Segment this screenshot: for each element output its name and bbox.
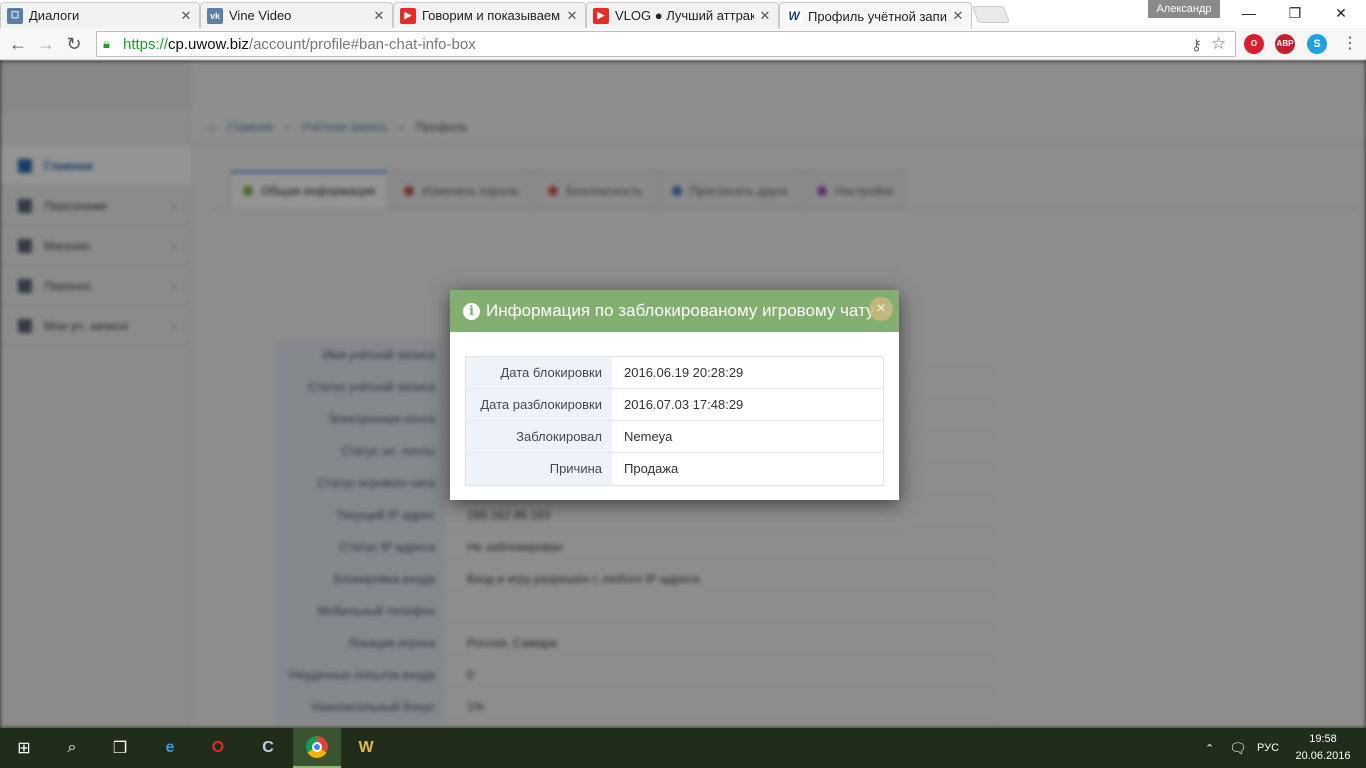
- opera-icon[interactable]: O: [1244, 34, 1264, 54]
- menu-icon[interactable]: ⋮: [1338, 32, 1362, 56]
- close-window-button[interactable]: ✕: [1318, 0, 1364, 26]
- url-path: /account/profile#ban-chat-info-box: [248, 35, 476, 53]
- banned-by-label: Заблокировал: [466, 421, 612, 452]
- wow-icon[interactable]: W: [342, 728, 390, 768]
- table-row: Дата блокировки 2016.06.19 20:28:29: [466, 357, 883, 389]
- tab-vine-video[interactable]: vk Vine Video ✕: [200, 2, 393, 28]
- notifications-icon[interactable]: 🗨︎: [1229, 728, 1247, 768]
- maximize-button[interactable]: ❐: [1272, 0, 1318, 26]
- address-bar[interactable]: 🔒︎ https:// cp.uwow.biz /account/profile…: [96, 31, 1236, 57]
- dialog-title: Информация по заблокированому игровому ч…: [486, 301, 875, 320]
- chrome-icon[interactable]: [293, 728, 341, 768]
- unban-date-label: Дата разблокировки: [466, 389, 612, 420]
- edge-icon[interactable]: e: [146, 728, 194, 768]
- reason-value: Продажа: [612, 453, 883, 485]
- bookmark-star-icon[interactable]: ☆: [1211, 34, 1226, 54]
- clock-date: 20.06.2016: [1295, 750, 1351, 762]
- profile-button[interactable]: Александр: [1148, 0, 1220, 18]
- opera-icon[interactable]: O: [194, 728, 242, 768]
- tab-strip: ☐ Диалоги ✕ vk Vine Video ✕ ▶ Говорим и …: [0, 0, 1366, 29]
- clock[interactable]: 19:58 20.06.2016: [1290, 731, 1356, 765]
- close-tab-icon[interactable]: ✕: [565, 8, 579, 24]
- info-icon: i: [463, 302, 480, 320]
- task-view-icon[interactable]: ❒: [96, 728, 144, 768]
- youtube-icon: ▶: [593, 7, 609, 24]
- skype-icon[interactable]: S: [1307, 34, 1327, 54]
- vk-dialogs-icon: ☐: [7, 7, 23, 24]
- ban-date-label: Дата блокировки: [466, 357, 612, 388]
- tab-youtube-1[interactable]: ▶ Говорим и показываем - ✕: [393, 2, 586, 28]
- chevron-up-icon[interactable]: ⌃: [1205, 728, 1214, 768]
- adblock-icon[interactable]: ABP: [1275, 34, 1295, 54]
- url-host: cp.uwow.biz: [168, 35, 249, 53]
- close-tab-icon[interactable]: ✕: [951, 8, 965, 24]
- close-tab-icon[interactable]: ✕: [372, 8, 386, 24]
- vk-icon: vk: [207, 7, 223, 24]
- reason-label: Причина: [466, 453, 612, 485]
- screen: ☐ Диалоги ✕ vk Vine Video ✕ ▶ Говорим и …: [0, 0, 1366, 768]
- close-button[interactable]: ×: [869, 297, 893, 321]
- reload-icon[interactable]: ↻: [62, 32, 86, 56]
- ban-info-table: Дата блокировки 2016.06.19 20:28:29 Дата…: [465, 356, 884, 486]
- tab-profile[interactable]: W Профиль учётной запис ✕: [779, 2, 972, 29]
- url-scheme: https://: [123, 35, 169, 53]
- language-indicator[interactable]: РУС: [1257, 728, 1279, 768]
- ban-chat-info-dialog: i Информация по заблокированому игровому…: [450, 290, 899, 500]
- tab-dialogs[interactable]: ☐ Диалоги ✕: [0, 2, 200, 28]
- back-arrow-icon[interactable]: ←: [6, 32, 30, 56]
- dialog-header: i Информация по заблокированому игровому…: [450, 290, 899, 332]
- search-icon[interactable]: ⌕: [48, 728, 96, 768]
- tab-youtube-2[interactable]: ▶ VLOG ● Лучший аттракц ✕: [586, 2, 779, 28]
- table-row: Причина Продажа: [466, 453, 883, 485]
- forward-arrow-icon[interactable]: →: [34, 32, 58, 56]
- lock-icon: 🔒︎: [103, 36, 110, 51]
- taskbar: ⊞ ⌕ ❒ e O C W ⌃ 🗨︎ РУС 19:58 20.06.2016: [0, 728, 1366, 768]
- table-row: Дата разблокировки 2016.07.03 17:48:29: [466, 389, 883, 421]
- app-icon[interactable]: C: [244, 728, 292, 768]
- new-tab-button[interactable]: [971, 6, 1011, 23]
- key-icon[interactable]: ⚷: [1191, 36, 1202, 54]
- ban-date-value: 2016.06.19 20:28:29: [612, 357, 883, 388]
- banned-by-value: Nemeya: [612, 421, 883, 452]
- close-tab-icon[interactable]: ✕: [758, 8, 772, 24]
- unban-date-value: 2016.07.03 17:48:29: [612, 389, 883, 420]
- browser-toolbar: ← → ↻ 🔒︎ https:// cp.uwow.biz /account/p…: [0, 28, 1366, 60]
- clock-time: 19:58: [1309, 733, 1337, 745]
- uwow-icon: W: [786, 8, 802, 24]
- windows-start-icon[interactable]: ⊞: [0, 728, 48, 768]
- close-tab-icon[interactable]: ✕: [179, 8, 193, 24]
- youtube-icon: ▶: [400, 7, 416, 24]
- table-row: Заблокировал Nemeya: [466, 421, 883, 453]
- minimize-button[interactable]: —: [1226, 0, 1272, 26]
